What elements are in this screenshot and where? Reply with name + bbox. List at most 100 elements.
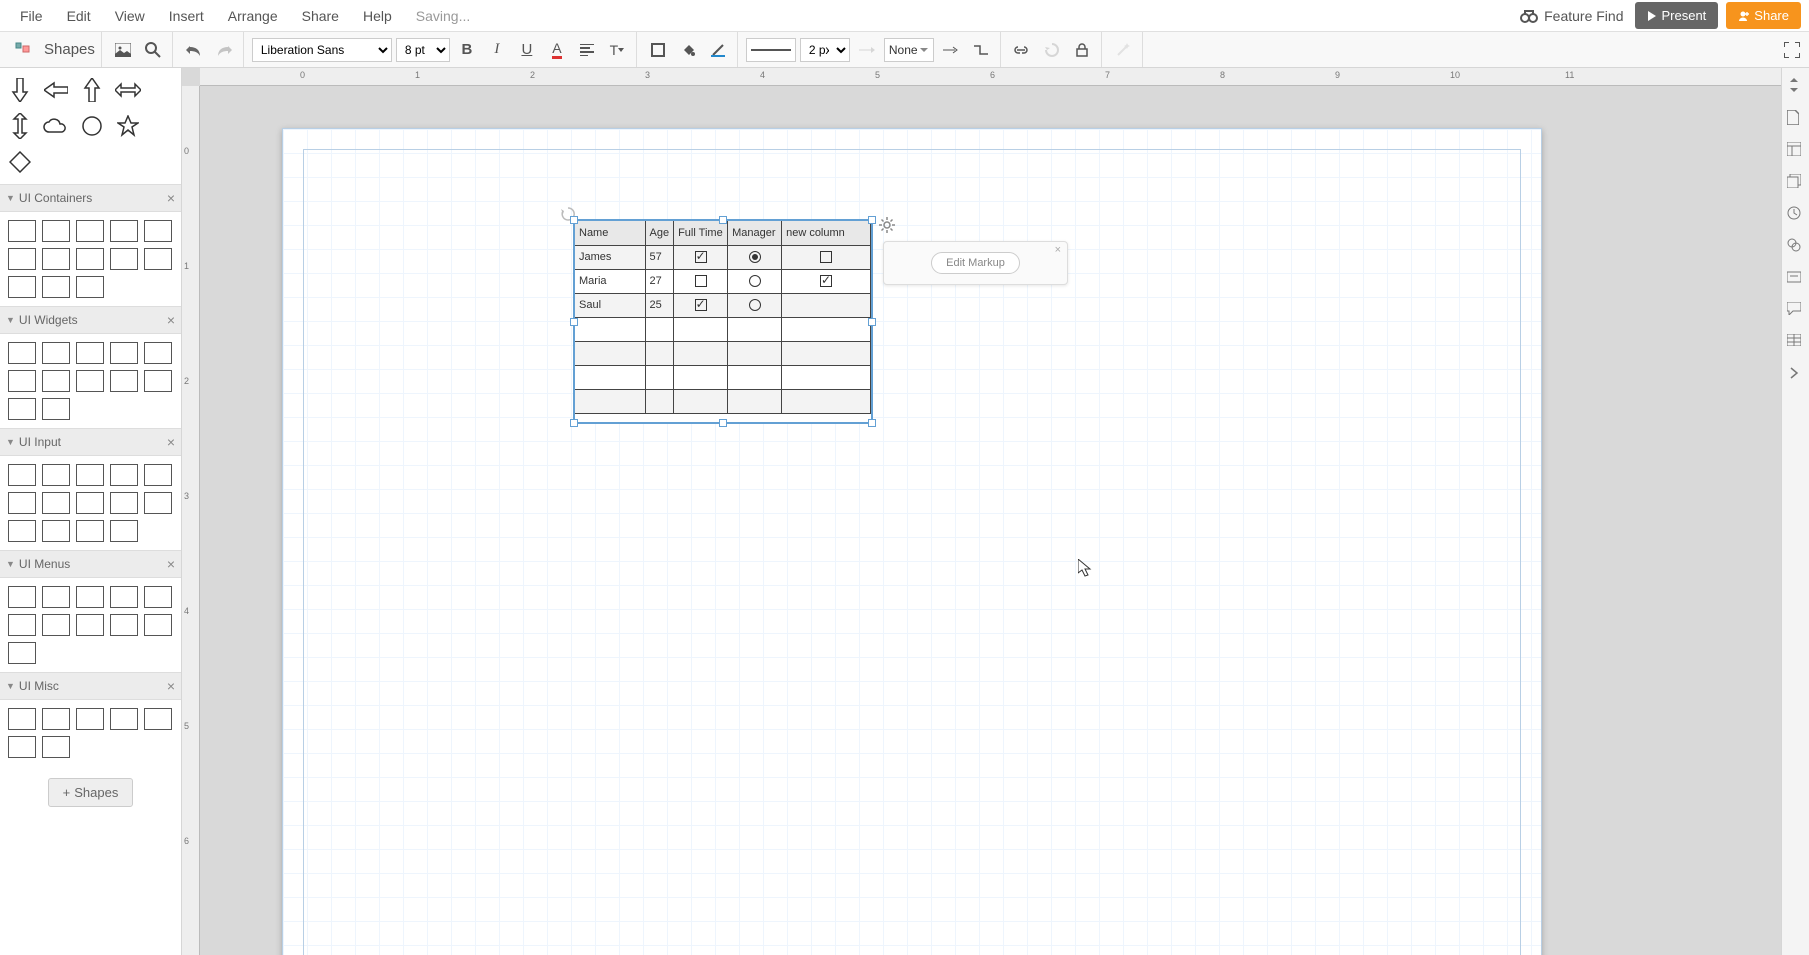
widget-shape[interactable] (76, 370, 104, 392)
container-shape[interactable] (8, 276, 36, 298)
menu-shape[interactable] (8, 642, 36, 664)
table-row[interactable] (575, 365, 871, 389)
text-color-icon[interactable]: A (544, 37, 570, 63)
font-size-select[interactable]: 8 pt (396, 38, 450, 62)
fill-icon[interactable] (675, 37, 701, 63)
widget-shape[interactable] (42, 398, 70, 420)
misc-shape[interactable] (42, 736, 70, 758)
arrow-right-icon[interactable] (938, 37, 964, 63)
arrow-leftright-shape[interactable] (114, 76, 142, 104)
lock-icon[interactable] (1069, 37, 1095, 63)
underline-icon[interactable]: U (514, 37, 540, 63)
container-shape[interactable] (110, 220, 138, 242)
layers-icon[interactable] (1787, 174, 1805, 192)
gear-icon[interactable] (879, 217, 895, 233)
widget-shape[interactable] (76, 342, 104, 364)
table-row[interactable]: James57 (575, 245, 871, 269)
close-icon[interactable]: × (167, 312, 175, 328)
more-icon[interactable] (1787, 366, 1805, 384)
input-shape[interactable] (144, 464, 172, 486)
acc-ui-menus[interactable]: ▼UI Menus× (0, 550, 181, 578)
close-icon[interactable]: × (1055, 244, 1061, 256)
circle-shape[interactable] (78, 112, 106, 140)
input-shape[interactable] (42, 464, 70, 486)
page-icon[interactable] (1787, 110, 1805, 128)
input-shape[interactable] (110, 520, 138, 542)
misc-shape[interactable] (8, 708, 36, 730)
menu-shape[interactable] (8, 614, 36, 636)
align-icon[interactable] (574, 37, 600, 63)
widget-shape[interactable] (42, 342, 70, 364)
input-shape[interactable] (110, 464, 138, 486)
container-shape[interactable] (144, 248, 172, 270)
input-shape[interactable] (76, 492, 104, 514)
fullscreen-icon[interactable] (1779, 37, 1805, 63)
widget-shape[interactable] (110, 370, 138, 392)
shapes-menu-icon[interactable] (10, 37, 36, 63)
redo-icon[interactable] (211, 37, 237, 63)
link-icon[interactable] (1009, 37, 1035, 63)
line-end-select[interactable]: None (884, 38, 934, 62)
close-icon[interactable]: × (167, 556, 175, 572)
input-shape[interactable] (8, 464, 36, 486)
table-row[interactable] (575, 389, 871, 413)
table-row[interactable] (575, 317, 871, 341)
revert-icon[interactable] (1039, 37, 1065, 63)
container-shape[interactable] (76, 248, 104, 270)
clock-icon[interactable] (1787, 206, 1805, 224)
menu-insert[interactable]: Insert (157, 2, 216, 30)
table-row[interactable]: Saul25 (575, 293, 871, 317)
table-row[interactable]: Maria27 (575, 269, 871, 293)
paper[interactable]: Name Age Full Time Manager new column Ja… (282, 128, 1542, 955)
font-family-select[interactable]: Liberation Sans (252, 38, 392, 62)
menu-shape[interactable] (42, 586, 70, 608)
menu-arrange[interactable]: Arrange (216, 2, 290, 30)
misc-shape[interactable] (42, 708, 70, 730)
acc-ui-input[interactable]: ▼UI Input× (0, 428, 181, 456)
container-shape[interactable] (76, 276, 104, 298)
mockup-table[interactable]: Name Age Full Time Manager new column Ja… (573, 219, 873, 424)
expand-icon[interactable] (1787, 78, 1805, 96)
acc-ui-misc[interactable]: ▼UI Misc× (0, 672, 181, 700)
widget-shape[interactable] (8, 398, 36, 420)
data-icon[interactable] (1787, 334, 1805, 352)
resize-handle[interactable] (570, 419, 578, 427)
input-shape[interactable] (76, 520, 104, 542)
menu-shape[interactable] (110, 614, 138, 636)
route-icon[interactable] (968, 37, 994, 63)
canvas[interactable]: 0 1 2 3 4 5 6 7 8 9 10 11 0 1 2 3 4 5 6 (182, 68, 1781, 955)
border-icon[interactable] (645, 37, 671, 63)
widget-shape[interactable] (8, 370, 36, 392)
comment-icon[interactable] (1787, 302, 1805, 320)
input-shape[interactable] (42, 520, 70, 542)
resize-handle[interactable] (868, 216, 876, 224)
widget-shape[interactable] (110, 342, 138, 364)
arrow-down-shape[interactable] (6, 76, 34, 104)
container-shape[interactable] (8, 220, 36, 242)
misc-shape[interactable] (144, 708, 172, 730)
table-row[interactable] (575, 341, 871, 365)
container-shape[interactable] (42, 220, 70, 242)
menu-share[interactable]: Share (290, 2, 351, 30)
menu-shape[interactable] (76, 586, 104, 608)
arrow-left-shape[interactable] (42, 76, 70, 104)
present-button[interactable]: Present (1635, 2, 1718, 29)
image-icon[interactable] (110, 37, 136, 63)
resize-handle[interactable] (719, 216, 727, 224)
diamond-shape[interactable] (6, 148, 34, 176)
widget-shape[interactable] (144, 370, 172, 392)
input-shape[interactable] (110, 492, 138, 514)
container-shape[interactable] (76, 220, 104, 242)
master-icon[interactable] (1787, 270, 1805, 288)
input-shape[interactable] (144, 492, 172, 514)
container-shape[interactable] (144, 220, 172, 242)
text-style-icon[interactable]: T (604, 37, 630, 63)
share-button[interactable]: Share (1726, 2, 1801, 29)
undo-icon[interactable] (181, 37, 207, 63)
resize-handle[interactable] (719, 419, 727, 427)
input-shape[interactable] (76, 464, 104, 486)
menu-view[interactable]: View (103, 2, 157, 30)
add-shapes-button[interactable]: +Shapes (48, 778, 134, 807)
arrow-updown-shape[interactable] (6, 112, 34, 140)
layout-icon[interactable] (1787, 142, 1805, 160)
